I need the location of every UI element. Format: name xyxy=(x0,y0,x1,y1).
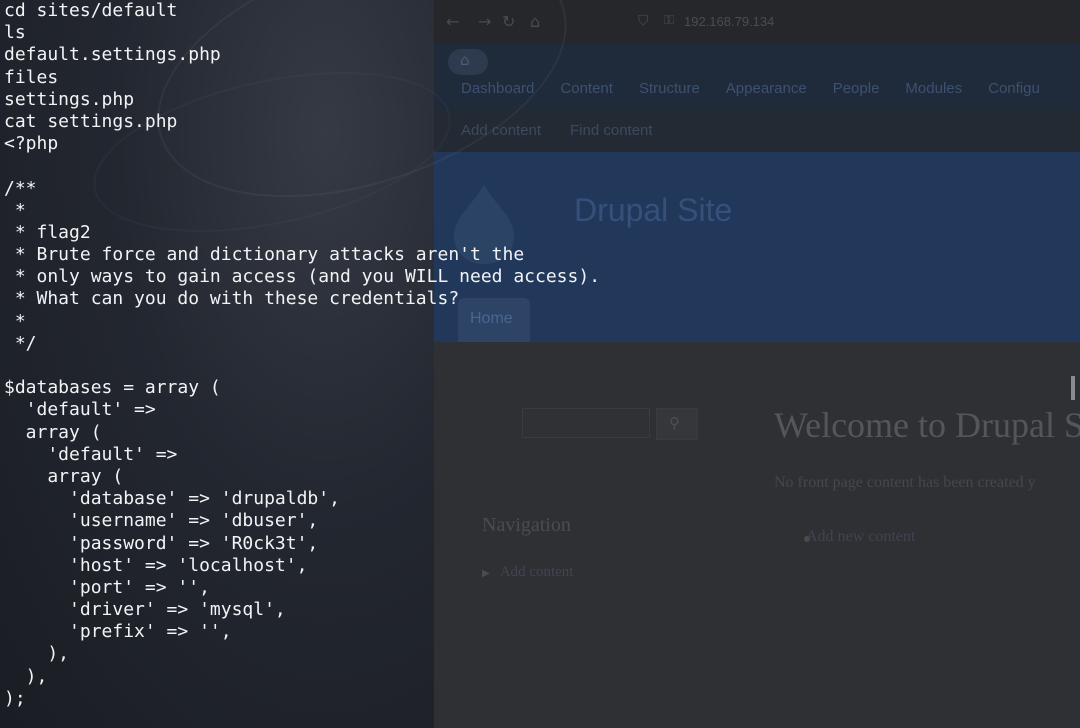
terminal-line: 'host' => 'localhost', xyxy=(4,554,308,576)
terminal-line: array ( xyxy=(4,465,124,487)
terminal-line: 'port' => '', xyxy=(4,576,210,598)
terminal-line: files xyxy=(4,66,59,88)
terminal-line: settings.php xyxy=(4,88,135,110)
terminal-line: * What can you do with these credentials… xyxy=(4,288,460,310)
terminal-line: ls xyxy=(4,22,26,44)
terminal-line: * flag2 xyxy=(4,221,91,243)
terminal-line: 'prefix' => '', xyxy=(4,621,232,643)
terminal-line: * xyxy=(4,199,26,221)
terminal-line: 'driver' => 'mysql', xyxy=(4,599,286,621)
terminal-line: ), xyxy=(4,665,48,687)
terminal-line: <?php xyxy=(4,133,59,155)
terminal-line: 'password' => 'R0ck3t', xyxy=(4,532,319,554)
terminal-line: $databases = array ( xyxy=(4,377,221,399)
terminal-line: * Brute force and dictionary attacks are… xyxy=(4,244,525,266)
terminal-line: 'username' => 'dbuser', xyxy=(4,510,319,532)
terminal-line: 'default' => xyxy=(4,443,178,465)
terminal-line: array ( xyxy=(4,421,102,443)
terminal-line: 'default' => xyxy=(4,399,156,421)
terminal-line: */ xyxy=(4,332,37,354)
terminal-line: cd sites/default xyxy=(4,0,178,21)
terminal-output: cd sites/default ls default.settings.php… xyxy=(4,0,600,710)
terminal-line: 'database' => 'drupaldb', xyxy=(4,488,340,510)
terminal-line: * only ways to gain access (and you WILL… xyxy=(4,266,601,288)
terminal-line: cat settings.php xyxy=(4,110,178,132)
terminal-line: ); xyxy=(4,687,26,709)
terminal-line: ), xyxy=(4,643,70,665)
terminal-window[interactable]: cd sites/default ls default.settings.php… xyxy=(0,0,1080,728)
terminal-line: default.settings.php xyxy=(4,44,221,66)
terminal-line: /** xyxy=(4,177,37,199)
terminal-line: * xyxy=(4,310,26,332)
